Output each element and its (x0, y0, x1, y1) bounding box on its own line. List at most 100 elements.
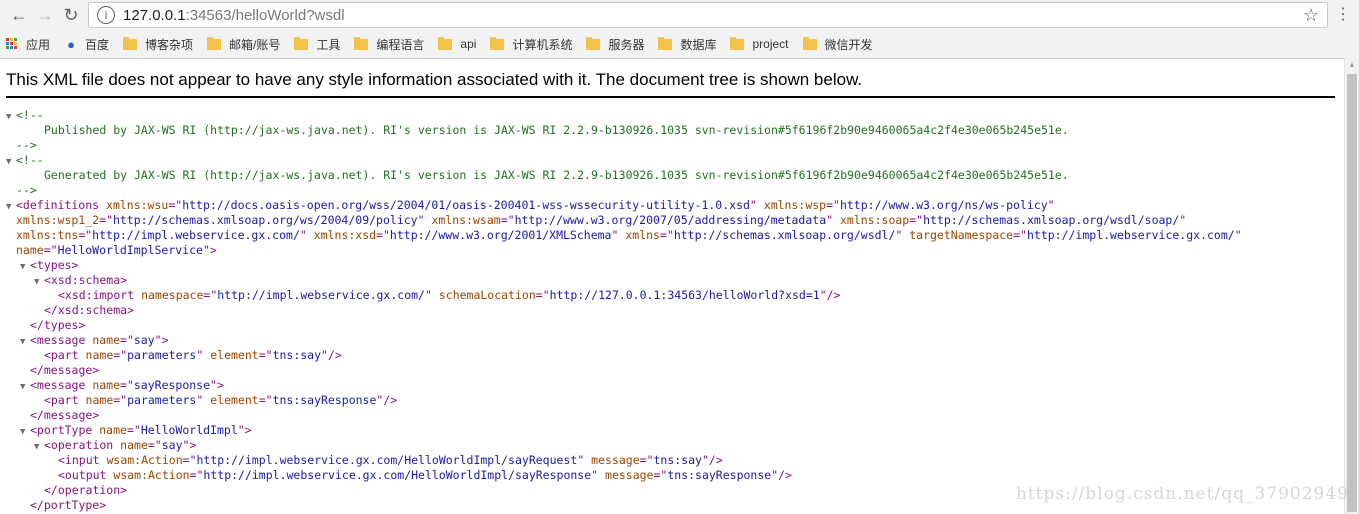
xml-line: xmlns:wsp1_2="http://schemas.xmlsoap.org… (6, 213, 1345, 228)
xml-token: tns:say (653, 453, 702, 467)
bookmark-item[interactable]: project (730, 36, 789, 51)
xml-token: =" (258, 348, 273, 362)
folder-icon (354, 36, 369, 50)
folder-icon (658, 36, 673, 50)
xml-token: xmlns:wsp1_2 (16, 213, 100, 227)
bookmark-item[interactable]: 应用 (6, 36, 50, 53)
xml-token: <operation (44, 438, 121, 452)
xml-token: <portType (30, 423, 100, 437)
bookmark-item[interactable]: 邮箱/账号 (207, 36, 280, 53)
bookmark-item[interactable]: api (438, 36, 477, 51)
xml-token: name (85, 348, 114, 362)
xml-token: xmlns:wsu (106, 198, 169, 212)
xml-token: http://schemas.xmlsoap.org/wsdl/ (673, 228, 896, 242)
xml-token: "> (154, 333, 169, 347)
collapse-triangle-icon[interactable]: ▼ (34, 440, 44, 455)
xml-tree: ▼ <!-- Published by JAX-WS RI (http://jax… (0, 98, 1345, 513)
xml-line: --> (6, 183, 1345, 198)
xml-token: Published by JAX-WS RI (http://jax-ws.ja… (44, 123, 1069, 137)
xml-token: HelloWorldImpl (140, 423, 238, 437)
xml-token: </portType> (30, 498, 107, 512)
xml-token: " (417, 213, 432, 227)
bookmark-item[interactable]: 工具 (294, 36, 340, 53)
xml-token: <part (44, 393, 86, 407)
xml-token: http://www.w3.org/ns/ws-policy (839, 198, 1048, 212)
bookmark-label: api (460, 37, 477, 51)
bookmark-item[interactable]: 微信开发 (802, 36, 873, 53)
collapse-triangle-icon[interactable]: ▼ (6, 155, 16, 170)
reload-icon[interactable]: ↻ (58, 2, 84, 28)
bookmark-item[interactable]: 服务器 (586, 36, 644, 53)
xml-token: <input (58, 453, 107, 467)
bookmark-item[interactable]: ● 百度 (64, 36, 109, 53)
vertical-scrollbar[interactable]: ▲ (1344, 58, 1359, 514)
collapse-triangle-icon[interactable]: ▼ (6, 110, 16, 125)
xml-token: http://impl.webservice.gx.com/ (92, 228, 300, 242)
xml-token: =" (1013, 228, 1027, 242)
xml-token: =" (120, 333, 134, 347)
bookmarks-bar: 应用 ● 百度 博客杂项 邮箱/账号 工具 编程语言 api 计算机系统 服务器 数据库 projec… (0, 30, 1359, 59)
xml-line: <output wsam:Action="http://impl.webserv… (6, 468, 1345, 483)
xml-line: ▼ <portType name="HelloWorldImpl"> (6, 423, 1345, 438)
forward-icon[interactable]: → (32, 2, 58, 28)
bookmark-item[interactable]: 编程语言 (354, 36, 424, 53)
xml-token: xmlns:wsp (763, 198, 827, 212)
xml-line: </message> (6, 363, 1345, 378)
info-icon[interactable]: i (97, 6, 115, 24)
back-icon[interactable]: ← (6, 2, 32, 28)
xml-token: name (120, 438, 148, 452)
xml-token: http://impl.webservice.gx.com/ (1026, 228, 1235, 242)
xml-line: ▼ <message name="say"> (6, 333, 1345, 348)
xml-token: namespace (141, 288, 204, 302)
xml-token: " (577, 453, 592, 467)
bookmark-star-icon[interactable]: ☆ (1303, 5, 1319, 26)
xml-token: </types> (30, 318, 86, 332)
xml-line: ▼ <!-- (6, 108, 1345, 123)
bookmark-item[interactable]: 数据库 (658, 36, 716, 53)
folder-icon (123, 36, 138, 50)
xml-token: =" (909, 213, 924, 227)
scrollbar-thumb[interactable] (1347, 74, 1357, 512)
xml-token: name (85, 393, 114, 407)
xml-line: ▼ <!-- (6, 153, 1345, 168)
folder-icon (730, 36, 745, 50)
menu-icon[interactable]: ⋮ (1335, 4, 1351, 24)
xml-line: ▼ <types> (6, 258, 1345, 273)
xml-token: wsam:Action (106, 453, 183, 467)
collapse-triangle-icon[interactable]: ▼ (34, 275, 44, 290)
address-bar[interactable]: i 127.0.0.1:34563/helloWorld?wsdl ☆ (88, 2, 1328, 28)
folder-icon (586, 36, 601, 50)
xml-token: "/> (701, 453, 723, 467)
xml-token: " (749, 198, 764, 212)
browser-toolbar: ← → ↻ i 127.0.0.1:34563/helloWorld?wsdl … (0, 0, 1359, 30)
xml-token: http://www.w3.org/2001/XMLSchema (389, 228, 612, 242)
bookmark-item[interactable]: 博客杂项 (123, 36, 193, 53)
xml-line: ▼ <definitions xmlns:wsu="http://docs.oas… (6, 198, 1345, 213)
xml-token: "> (202, 243, 217, 257)
xml-token: </xsd:schema> (44, 303, 135, 317)
collapse-triangle-icon[interactable]: ▼ (20, 335, 30, 350)
xml-token: " (299, 228, 314, 242)
bookmark-label: 博客杂项 (145, 37, 194, 52)
xml-token: =" (120, 378, 134, 392)
xml-token: " (1234, 228, 1242, 242)
xml-token: "/> (321, 348, 342, 362)
xml-token: HelloWorldImplService (57, 243, 203, 257)
xml-token: xmlns:tns (16, 228, 79, 242)
collapse-triangle-icon[interactable]: ▼ (20, 425, 30, 440)
collapse-triangle-icon[interactable]: ▼ (20, 380, 30, 395)
bookmark-item[interactable]: 计算机系统 (490, 36, 572, 53)
xml-token: xmlns (625, 228, 660, 242)
bookmark-label: 百度 (85, 37, 110, 52)
xml-token: --> (16, 183, 37, 197)
xml-line: </xsd:schema> (6, 303, 1345, 318)
watermark: https://blog.csdn.net/qq_37902949 (1015, 484, 1349, 504)
xml-token: say (133, 333, 155, 347)
xml-token: " (1179, 213, 1187, 227)
xml-token: --> (16, 138, 37, 152)
apps-icon (6, 38, 18, 50)
collapse-triangle-icon[interactable]: ▼ (20, 260, 30, 275)
scroll-up-icon[interactable]: ▲ (1345, 58, 1359, 72)
bookmark-label: project (752, 37, 789, 51)
